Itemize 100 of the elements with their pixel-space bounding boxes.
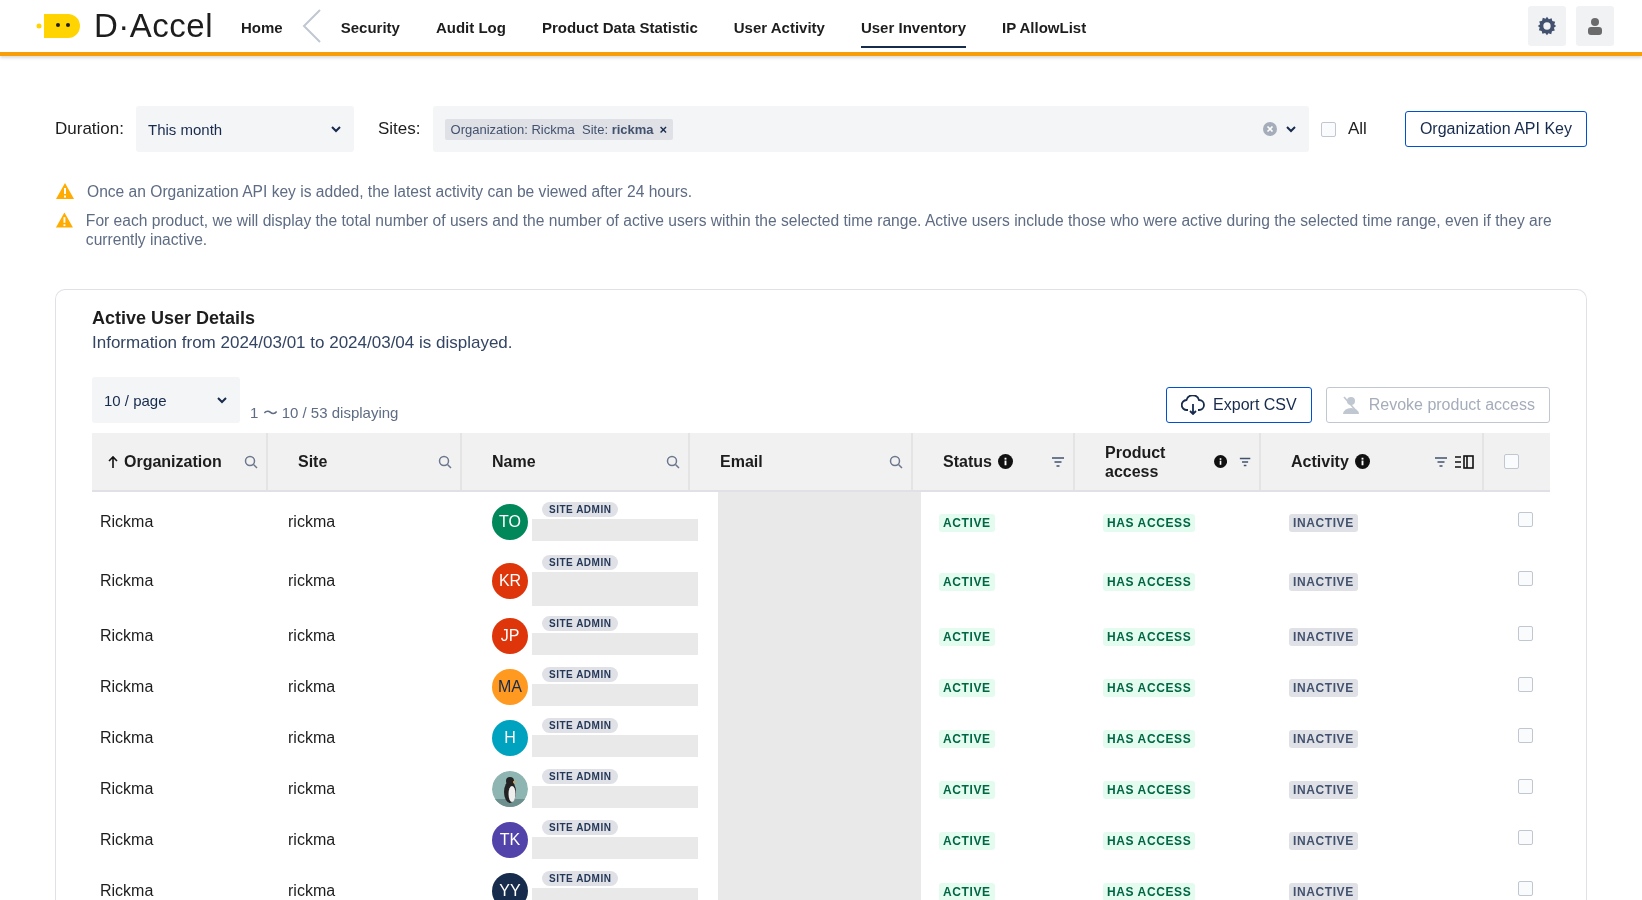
table-cell: Rickma	[100, 677, 154, 695]
status-badge: ACTIVE	[939, 627, 995, 646]
duration-select[interactable]: This month	[136, 106, 354, 152]
table-cell: rickma	[288, 571, 336, 589]
nav-tab[interactable]: Security	[340, 4, 400, 48]
row-checkbox[interactable]	[1518, 728, 1533, 743]
row-checkbox[interactable]	[1518, 677, 1533, 692]
sites-select[interactable]: Organization: Rickma Site: rickma ×	[432, 106, 1309, 152]
row-checkbox[interactable]	[1518, 830, 1533, 845]
settings-button[interactable]	[1528, 6, 1566, 46]
column-header: Site	[298, 452, 328, 471]
status-badge: HAS ACCESS	[1103, 780, 1196, 799]
table-cell: rickma	[288, 830, 336, 848]
row-checkbox[interactable]	[1518, 881, 1533, 896]
avatar: YY	[492, 872, 528, 900]
api-key-button[interactable]: Organization API Key	[1404, 111, 1587, 147]
sites-label: Sites:	[378, 119, 421, 139]
status-badge: INACTIVE	[1289, 882, 1358, 900]
status-badge: INACTIVE	[1289, 513, 1358, 532]
role-badge: SITE ADMIN	[542, 871, 619, 886]
row-checkbox[interactable]	[1518, 512, 1533, 527]
filter-icon[interactable]	[1051, 455, 1065, 468]
avatar: H	[492, 719, 528, 756]
filter-icon[interactable]	[1434, 455, 1448, 468]
column-header: Email	[720, 452, 763, 471]
user-button[interactable]	[1576, 6, 1614, 46]
table-cell: Rickma	[100, 779, 154, 797]
role-badge: SITE ADMIN	[542, 502, 619, 517]
search-icon[interactable]	[889, 454, 903, 469]
status-badge: ACTIVE	[939, 780, 995, 799]
chevron-down-icon	[216, 396, 228, 404]
status-badge: ACTIVE	[939, 882, 995, 900]
nav-tab[interactable]: Audit Log	[435, 4, 506, 48]
search-icon[interactable]	[438, 454, 452, 469]
remove-tag-button[interactable]: ×	[659, 121, 668, 137]
search-icon[interactable]	[666, 454, 680, 469]
role-badge: SITE ADMIN	[542, 667, 619, 682]
back-chevron-icon[interactable]	[300, 8, 323, 44]
status-badge: HAS ACCESS	[1103, 831, 1196, 850]
role-badge: SITE ADMIN	[542, 769, 619, 784]
nav-tab[interactable]: Home	[241, 4, 283, 48]
row-checkbox[interactable]	[1518, 571, 1533, 586]
column-header: Status	[943, 452, 992, 471]
nav-tab[interactable]: Product Data Statistic	[541, 4, 698, 48]
column-header: Product access	[1105, 442, 1167, 481]
table-cell: rickma	[288, 728, 336, 746]
table-cell: Rickma	[100, 626, 154, 644]
status-badge: HAS ACCESS	[1103, 882, 1196, 900]
all-checkbox[interactable]	[1321, 121, 1336, 137]
status-badge: INACTIVE	[1289, 831, 1358, 850]
card-subtitle: Information from 2024/03/01 to 2024/03/04 is displayed.	[92, 333, 514, 353]
avatar: KR	[492, 562, 528, 599]
clear-icon[interactable]	[1263, 122, 1277, 136]
filter-icon[interactable]	[1238, 455, 1251, 468]
select-all-checkbox[interactable]	[1504, 454, 1519, 469]
status-badge: INACTIVE	[1289, 729, 1358, 748]
table-cell: Rickma	[100, 881, 154, 899]
role-badge: SITE ADMIN	[542, 555, 619, 570]
status-badge: HAS ACCESS	[1103, 729, 1196, 748]
table-cell: Rickma	[100, 512, 154, 530]
warning-icon	[55, 182, 75, 200]
duration-label: Duration:	[55, 119, 124, 139]
column-header: Name	[492, 452, 536, 471]
status-badge: INACTIVE	[1289, 627, 1358, 646]
row-checkbox[interactable]	[1518, 626, 1533, 641]
status-badge: HAS ACCESS	[1103, 627, 1196, 646]
table-cell: Rickma	[100, 830, 154, 848]
columns-icon[interactable]	[1454, 454, 1474, 469]
table-cell: Rickma	[100, 571, 154, 589]
status-badge: INACTIVE	[1289, 780, 1358, 799]
user-off-icon	[1340, 395, 1361, 415]
status-badge: INACTIVE	[1289, 678, 1358, 697]
avatar: TO	[492, 503, 528, 540]
cloud-download-icon	[1181, 395, 1206, 415]
all-label: All	[1348, 119, 1367, 139]
column-header: Activity	[1291, 452, 1349, 471]
status-badge: ACTIVE	[939, 513, 995, 532]
table-cell: rickma	[288, 626, 336, 644]
nav-tab[interactable]: User Activity	[733, 4, 825, 48]
row-checkbox[interactable]	[1518, 779, 1533, 794]
chevron-down-icon	[330, 125, 342, 133]
table-cell: rickma	[288, 677, 336, 695]
export-button[interactable]: Export CSV	[1166, 387, 1312, 423]
status-badge: ACTIVE	[939, 572, 995, 591]
notice-text: For each product, we will display the total number of users and the number of active users within the selected time range. Active users include those who were active during the selected time range, even if they are currently inactive.	[85, 211, 1553, 249]
status-badge: INACTIVE	[1289, 572, 1358, 591]
settings-icon	[1536, 15, 1558, 37]
nav-tab[interactable]: User Inventory	[860, 4, 966, 48]
card-title: Active User Details	[92, 308, 257, 329]
status-badge: HAS ACCESS	[1103, 572, 1196, 591]
role-badge: SITE ADMIN	[542, 718, 619, 733]
table-cell: rickma	[288, 881, 336, 899]
nav-tab[interactable]: IP AllowList	[1002, 4, 1087, 48]
search-icon[interactable]	[244, 454, 258, 469]
page-size-select[interactable]: 10 / page	[92, 377, 240, 423]
chevron-down-icon	[1285, 125, 1297, 133]
status-badge: HAS ACCESS	[1103, 678, 1196, 697]
site-tag: Organization: Rickma Site: rickma ×	[444, 118, 674, 140]
sort-arrow-icon[interactable]	[108, 454, 118, 469]
notice-text: Once an Organization API key is added, the latest activity can be viewed after 24 hours.	[87, 182, 693, 201]
